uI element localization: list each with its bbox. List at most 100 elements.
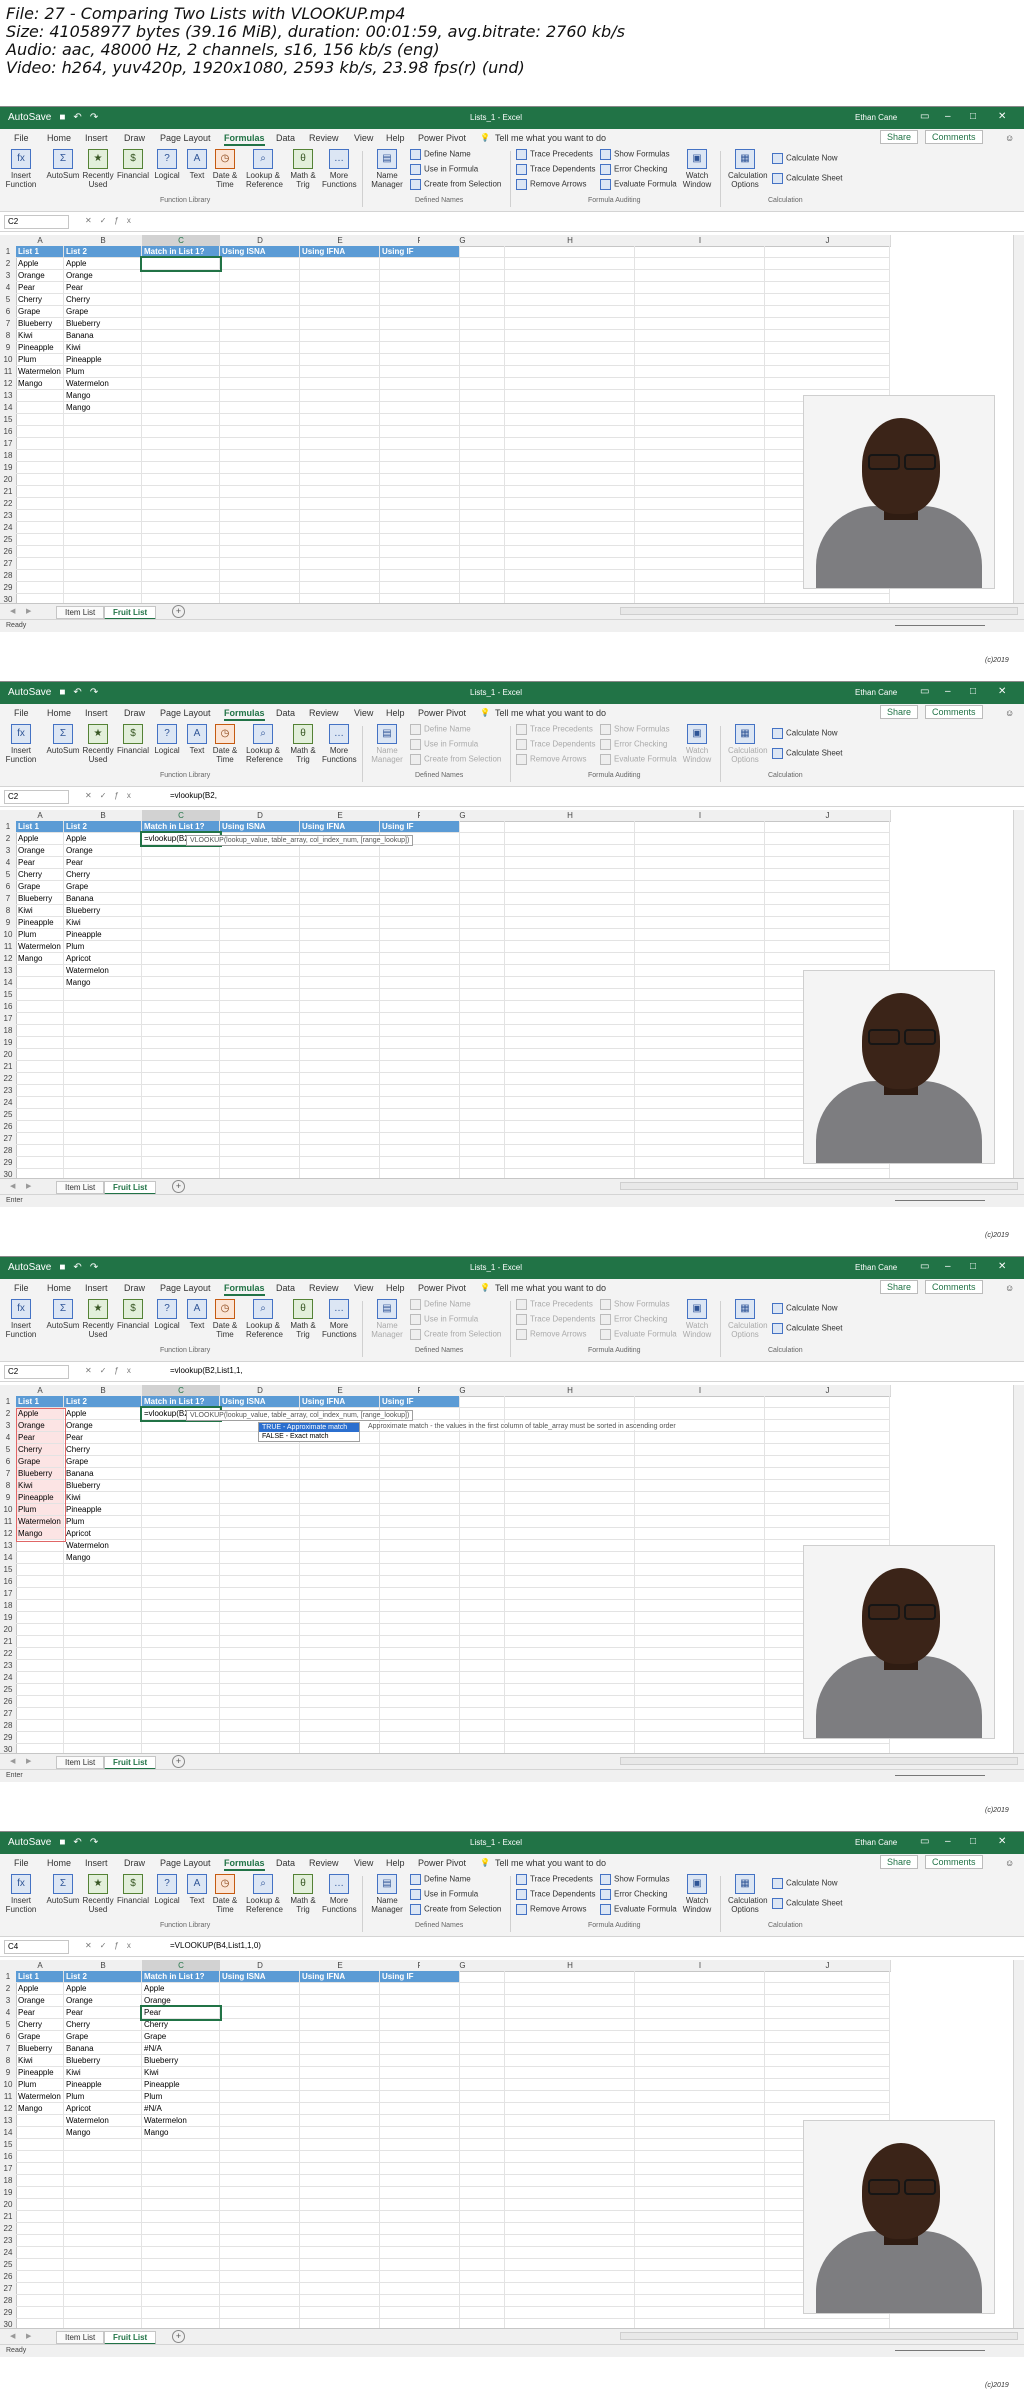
cell[interactable]: [505, 1492, 635, 1504]
cell[interactable]: [142, 294, 220, 306]
cell[interactable]: [142, 1456, 220, 1468]
cell[interactable]: [635, 2103, 765, 2115]
evaluate-formula-button[interactable]: Evaluate Formula: [600, 1329, 677, 1340]
cell[interactable]: [635, 2295, 765, 2307]
cell[interactable]: [420, 989, 505, 1001]
cell[interactable]: [300, 1576, 380, 1588]
cell[interactable]: [220, 2091, 300, 2103]
cell[interactable]: [505, 2307, 635, 2319]
cell[interactable]: [420, 2283, 505, 2295]
list1-cell[interactable]: Orange: [16, 1995, 64, 2007]
result-cell[interactable]: Grape: [142, 2031, 220, 2043]
cell[interactable]: [300, 881, 380, 893]
maximize-icon[interactable]: □: [970, 1261, 976, 1272]
list2-cell[interactable]: Banana: [64, 330, 142, 342]
cell[interactable]: [220, 390, 300, 402]
tab-view[interactable]: View: [354, 1283, 373, 1293]
cell[interactable]: [220, 1145, 300, 1157]
close-icon[interactable]: ✕: [998, 111, 1006, 122]
show-formulas-button[interactable]: Show Formulas: [600, 149, 670, 160]
minimize-icon[interactable]: –: [945, 686, 951, 697]
name-box[interactable]: C2: [4, 790, 69, 804]
cell[interactable]: [300, 905, 380, 917]
cell[interactable]: [505, 486, 635, 498]
cell[interactable]: [142, 989, 220, 1001]
cell[interactable]: [635, 2091, 765, 2103]
cell[interactable]: [505, 965, 635, 977]
comments-button[interactable]: Comments: [925, 1855, 983, 1869]
header-cell[interactable]: Using IFNA: [300, 821, 380, 833]
cell[interactable]: [16, 2295, 64, 2307]
cell[interactable]: [220, 1995, 300, 2007]
calculate-now-button[interactable]: Calculate Now: [772, 728, 838, 739]
cell[interactable]: [300, 282, 380, 294]
cell[interactable]: [300, 2151, 380, 2163]
cell[interactable]: [505, 2019, 635, 2031]
cell[interactable]: [635, 2271, 765, 2283]
list1-cell[interactable]: Kiwi: [16, 905, 64, 917]
cell[interactable]: [635, 2127, 765, 2139]
cell[interactable]: [420, 2043, 505, 2055]
sheet-tab-fruit-list[interactable]: Fruit List: [104, 1756, 157, 1770]
date-time-button[interactable]: ◷ Date & Time: [208, 1872, 242, 1914]
cell[interactable]: [300, 893, 380, 905]
vertical-scrollbar[interactable]: [1013, 1960, 1024, 2328]
cell[interactable]: [635, 1660, 765, 1672]
list2-cell[interactable]: Banana: [64, 893, 142, 905]
cell[interactable]: [142, 1157, 220, 1169]
cell[interactable]: [300, 1540, 380, 1552]
list1-cell[interactable]: Pineapple: [16, 2067, 64, 2079]
cell[interactable]: [635, 2031, 765, 2043]
cell[interactable]: [16, 2247, 64, 2259]
cell[interactable]: [635, 2223, 765, 2235]
header-cell[interactable]: List 2: [64, 246, 142, 258]
cell[interactable]: [505, 258, 635, 270]
cell[interactable]: [635, 1456, 765, 1468]
list2-cell[interactable]: Plum: [64, 1516, 142, 1528]
share-button[interactable]: Share: [880, 705, 919, 719]
cell[interactable]: [64, 1013, 142, 1025]
cell[interactable]: [300, 462, 380, 474]
formula-buttons[interactable]: ✕✓ƒx: [85, 216, 139, 225]
cell[interactable]: [220, 330, 300, 342]
cell[interactable]: [64, 1085, 142, 1097]
cell[interactable]: [765, 378, 890, 390]
cell[interactable]: [635, 1396, 765, 1408]
cell[interactable]: [64, 426, 142, 438]
cell[interactable]: [420, 330, 505, 342]
cell[interactable]: [220, 2151, 300, 2163]
cell[interactable]: [300, 486, 380, 498]
vertical-scrollbar[interactable]: [1013, 1385, 1024, 1753]
cell[interactable]: [142, 941, 220, 953]
remove-arrows-button[interactable]: Remove Arrows: [516, 1904, 586, 1915]
cell[interactable]: [300, 1001, 380, 1013]
cell[interactable]: [220, 1660, 300, 1672]
result-cell[interactable]: Plum: [142, 2091, 220, 2103]
cell[interactable]: [300, 1037, 380, 1049]
cell[interactable]: [220, 2175, 300, 2187]
cell[interactable]: [635, 1648, 765, 1660]
zoom-slider[interactable]: [895, 2350, 985, 2351]
cell[interactable]: [64, 1157, 142, 1169]
cell[interactable]: [300, 2079, 380, 2091]
cell[interactable]: [64, 1109, 142, 1121]
cell[interactable]: [635, 1612, 765, 1624]
cell[interactable]: [142, 1624, 220, 1636]
header-cell[interactable]: Using ISNA: [220, 821, 300, 833]
cell[interactable]: [765, 1396, 890, 1408]
cell[interactable]: [505, 1552, 635, 1564]
list2-cell[interactable]: Pear: [64, 1432, 142, 1444]
cell[interactable]: [420, 366, 505, 378]
cell[interactable]: [220, 1121, 300, 1133]
use-in-formula-button[interactable]: Use in Formula: [410, 1889, 478, 1900]
cell[interactable]: [300, 1133, 380, 1145]
cell[interactable]: [220, 2199, 300, 2211]
sheet-tab-item-list[interactable]: Item List: [56, 606, 105, 619]
add-sheet-icon[interactable]: +: [172, 1755, 185, 1768]
watch-window-button[interactable]: ▣ Watch Window: [680, 1872, 714, 1914]
financial-button[interactable]: $ Financial: [116, 1297, 150, 1330]
list2-cell[interactable]: Mango: [64, 390, 142, 402]
cell[interactable]: [64, 1564, 142, 1576]
cell[interactable]: [16, 498, 64, 510]
cell[interactable]: [142, 881, 220, 893]
